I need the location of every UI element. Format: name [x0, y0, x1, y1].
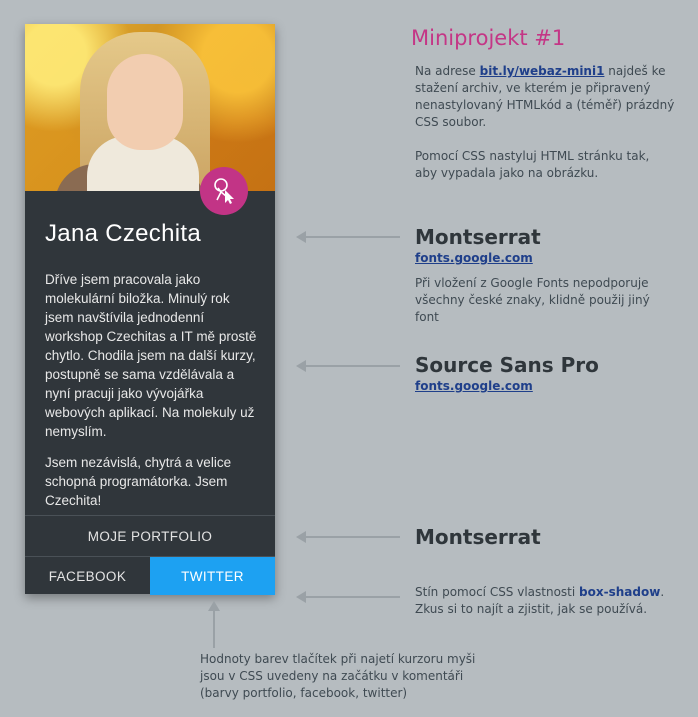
- font-heading-name: Montserrat: [415, 225, 541, 249]
- shadow-note-pre: Stín pomocí CSS vlastnosti: [415, 585, 580, 599]
- arrow-left-icon: [296, 531, 400, 543]
- portfolio-button[interactable]: MOJE PORTFOLIO: [25, 515, 275, 556]
- profile-photo: [25, 24, 275, 191]
- profile-name: Jana Czechita: [45, 220, 201, 247]
- font-heading-link[interactable]: fonts.google.com: [415, 250, 533, 267]
- bio-paragraph: Jsem nezávislá, chytrá a velice schopná …: [45, 455, 232, 508]
- intro-text: Na adrese bit.ly/webaz-mini1 najdeš ke s…: [415, 63, 675, 131]
- cursor-hand-icon-svg: [214, 178, 234, 204]
- profile-card: Jana Czechita Dříve jsem pracovala jako …: [25, 24, 275, 595]
- intro-text-pre: Na adrese: [415, 64, 480, 78]
- social-buttons: FACEBOOK TWITTER: [25, 556, 275, 595]
- profile-bio: Dříve jsem pracovala jako molekulární bi…: [45, 270, 260, 522]
- arrow-left-icon: [296, 231, 400, 243]
- archive-link[interactable]: bit.ly/webaz-mini1: [480, 64, 605, 78]
- shadow-note: Stín pomocí CSS vlastnosti box-shadow. Z…: [415, 584, 675, 618]
- intro-instruction: Pomocí CSS nastyluj HTML stránku tak, ab…: [415, 149, 650, 180]
- font-body-name: Source Sans Pro: [415, 353, 599, 377]
- project-title: Miniprojekt #1: [411, 26, 566, 50]
- facebook-button[interactable]: FACEBOOK: [25, 557, 150, 595]
- arrow-left-icon: [296, 591, 400, 603]
- cursor-hand-icon: [200, 167, 248, 215]
- hover-note: Hodnoty barev tlačítek při najetí kurzor…: [200, 652, 476, 700]
- box-shadow-term: box-shadow: [579, 585, 661, 599]
- font-body-link[interactable]: fonts.google.com: [415, 378, 533, 395]
- font-heading-note: Při vložení z Google Fonts nepodporuje v…: [415, 276, 650, 324]
- photo-face: [107, 54, 183, 150]
- bio-paragraph: Dříve jsem pracovala jako molekulární bi…: [45, 272, 257, 439]
- twitter-button[interactable]: TWITTER: [150, 557, 275, 595]
- font-buttons-name: Montserrat: [415, 525, 541, 549]
- arrow-left-icon: [296, 360, 400, 372]
- arrow-up-icon: [208, 601, 220, 648]
